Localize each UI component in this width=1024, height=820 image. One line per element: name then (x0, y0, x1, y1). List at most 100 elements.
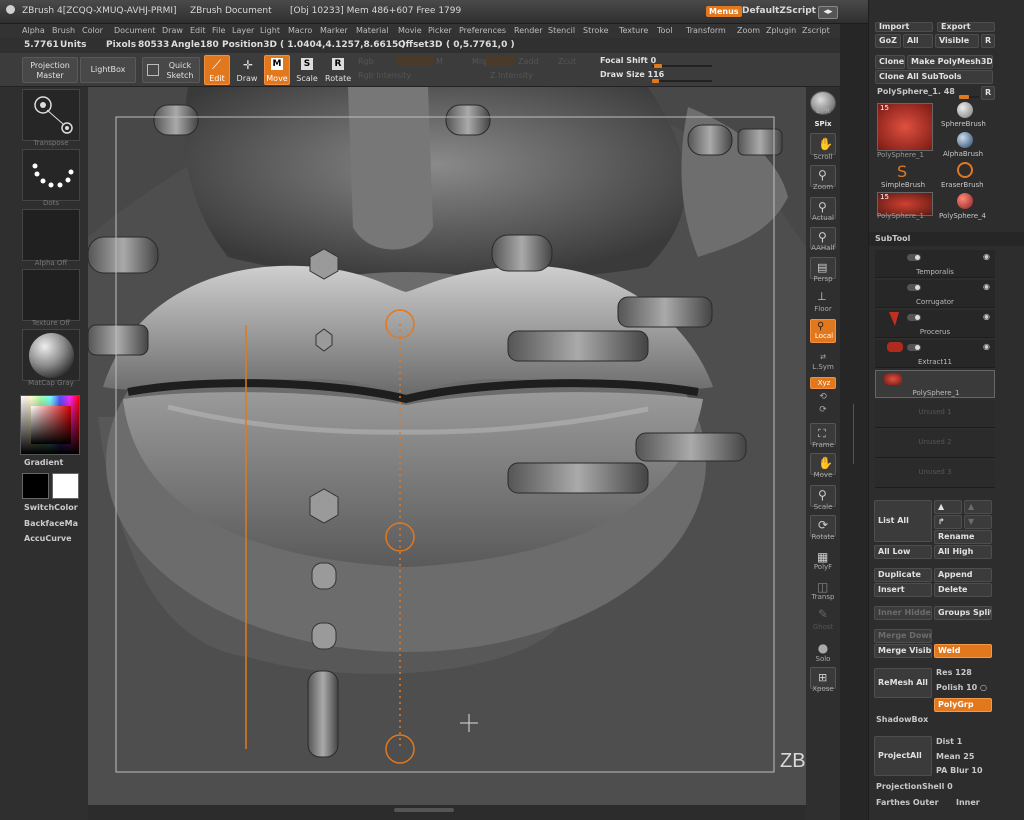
xyz-button[interactable]: Xyz (810, 377, 836, 389)
rotate-axis-icon[interactable]: ⟲ (806, 392, 840, 402)
merge-down-button[interactable]: Merge Down (874, 629, 932, 643)
rgb-label[interactable]: Rgb (358, 57, 374, 66)
zadd-toggle[interactable] (486, 56, 516, 66)
export-button[interactable]: Export (937, 22, 995, 32)
inner-button[interactable]: Inner (956, 798, 980, 807)
ghost-icon[interactable]: ✎ (806, 607, 840, 621)
viewport-canvas[interactable] (88, 87, 806, 805)
menu-item[interactable]: Edit (190, 26, 206, 35)
rgb-toggle[interactable] (395, 56, 433, 66)
visibility-toggle[interactable] (907, 344, 921, 351)
edit-button[interactable]: ⟋ Edit (204, 55, 230, 85)
menu-item[interactable]: Zscript (802, 26, 830, 35)
all-high-button[interactable]: All High (934, 545, 992, 559)
menu-item[interactable]: Stroke (583, 26, 609, 35)
polysphere-4-icon[interactable] (957, 193, 973, 209)
polygrp-button[interactable]: PolyGrp (934, 698, 992, 712)
draw-size-slider[interactable] (652, 79, 712, 83)
menu-item[interactable]: Movie (398, 26, 422, 35)
menu-item[interactable]: Material (356, 26, 389, 35)
subtool-row-empty[interactable]: Unused 2 (875, 430, 995, 458)
rgb-intensity-label[interactable]: Rgb Intensity (358, 71, 411, 80)
all-low-button[interactable]: All Low (874, 545, 932, 559)
eye-icon[interactable]: ◉ (983, 282, 990, 291)
m-label[interactable]: M (436, 57, 443, 66)
menu-item[interactable]: Stencil (548, 26, 575, 35)
duplicate-button[interactable]: Duplicate (874, 568, 932, 582)
quick-sketch-button[interactable]: Quick Sketch (142, 57, 200, 83)
menu-item[interactable]: Marker (320, 26, 348, 35)
inner-hidden-button[interactable]: Inner Hidden (874, 606, 932, 620)
solo-label[interactable]: Solo (806, 655, 840, 663)
eraser-brush-icon[interactable] (957, 162, 973, 178)
tool-thumb-polysphere[interactable]: 15 (877, 103, 933, 151)
ghost-label[interactable]: Ghost (806, 623, 840, 631)
dist-slider[interactable]: Dist 1 (936, 737, 962, 746)
current-tool-r-button[interactable]: R (981, 86, 995, 100)
list-all-button[interactable]: List All (874, 500, 932, 542)
subtool-row[interactable]: ◉ Temporalis (875, 250, 995, 278)
menu-item[interactable]: Transform (686, 26, 726, 35)
goz-all-button[interactable]: All (903, 34, 933, 48)
scale-button[interactable]: S Scale (294, 55, 320, 85)
import-button[interactable]: Import (875, 22, 933, 32)
append-button[interactable]: Append (934, 568, 992, 582)
simple-brush-icon[interactable]: S (897, 162, 907, 181)
polish-slider[interactable]: Polish 10 ○ (936, 683, 987, 692)
alpha-thumb[interactable] (22, 209, 80, 261)
visibility-toggle[interactable] (907, 254, 921, 261)
focal-shift-slider[interactable] (652, 64, 712, 68)
menu-item[interactable]: Brush (52, 26, 75, 35)
bottom-tray-handle[interactable] (394, 808, 454, 812)
accucurve-button[interactable]: AccuCurve (24, 534, 72, 543)
menu-item[interactable]: Zoom (737, 26, 760, 35)
menu-item[interactable]: File (212, 26, 225, 35)
z-intensity-label[interactable]: Z Intensity (490, 71, 533, 80)
tool-slider[interactable] (959, 95, 979, 99)
primary-color-swatch[interactable] (52, 473, 79, 499)
rotate-axis-2-icon[interactable]: ⟳ (806, 405, 840, 415)
lsym-icon[interactable]: ⇄ (806, 353, 840, 361)
color-picker-square[interactable] (31, 406, 71, 444)
current-tool-name[interactable]: PolySphere_1. 48 (877, 87, 955, 96)
subtool-row[interactable]: ◉ Corrugator (875, 280, 995, 308)
move-up-alt-icon[interactable]: ▲ (964, 500, 992, 514)
transpose-brush-thumb[interactable] (22, 89, 80, 141)
alpha-brush-icon[interactable] (957, 132, 973, 148)
matcap-thumb[interactable] (22, 329, 80, 381)
sphere-brush-icon[interactable] (957, 102, 973, 118)
focal-shift-label[interactable]: Focal Shift 0 (600, 56, 656, 65)
move-down-arrow-icon[interactable]: ↱ (934, 515, 962, 529)
move-up-arrow-icon[interactable]: ▲ (934, 500, 962, 514)
menu-item[interactable]: Light (260, 26, 280, 35)
menu-item[interactable]: Picker (428, 26, 452, 35)
projection-shell-slider[interactable]: ProjectionShell 0 (876, 782, 953, 791)
menus-button[interactable]: Menus (706, 6, 742, 17)
subtool-row[interactable]: ◉ Procerus (875, 310, 995, 338)
local-button[interactable]: ⚲ Local (810, 319, 836, 343)
mean-slider[interactable]: Mean 25 (936, 752, 974, 761)
merge-visible-button[interactable]: Merge Visibl (874, 644, 932, 658)
move-button[interactable]: M Move (264, 55, 290, 85)
rotate-button[interactable]: R Rotate (324, 55, 352, 85)
weld-button[interactable]: Weld (934, 644, 992, 658)
visibility-toggle[interactable] (907, 284, 921, 291)
zcut-label[interactable]: Zcut (558, 57, 576, 66)
menu-item[interactable]: Layer (232, 26, 254, 35)
move-down-alt-icon[interactable]: ▼ (964, 515, 992, 529)
r-button[interactable]: R (981, 34, 995, 48)
secondary-color-swatch[interactable] (22, 473, 49, 499)
projection-master-button[interactable]: Projection Master (22, 57, 78, 83)
scroll-button[interactable]: ✋ (810, 133, 836, 155)
eye-icon[interactable]: ◉ (983, 252, 990, 261)
gradient-label[interactable]: Gradient (24, 458, 63, 467)
shadowbox-button[interactable]: ShadowBox (876, 715, 928, 724)
menu-item[interactable]: Render (514, 26, 542, 35)
remesh-all-button[interactable]: ReMesh All (874, 668, 932, 698)
color-picker[interactable] (20, 395, 80, 455)
menu-item[interactable]: Zplugin (766, 26, 796, 35)
lsym-label[interactable]: L.Sym (806, 363, 840, 371)
texture-thumb[interactable] (22, 269, 80, 321)
menu-item[interactable]: Preferences (459, 26, 506, 35)
goz-button[interactable]: GoZ (875, 34, 901, 48)
